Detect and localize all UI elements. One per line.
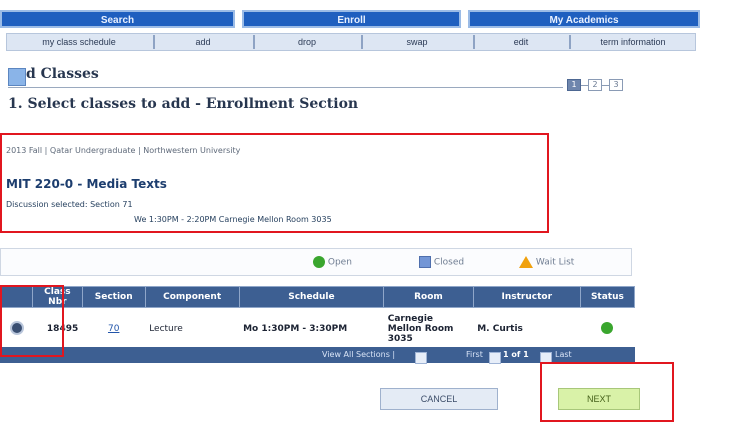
instructor-cell: M. Curtis (473, 307, 581, 351)
subnav-edit[interactable]: edit (477, 34, 565, 50)
next-highlight (540, 362, 674, 422)
section-cell: 70 (82, 307, 146, 351)
subnav-my-class-schedule[interactable]: my class schedule (9, 34, 149, 50)
open-icon (313, 256, 325, 268)
col-room: Room (383, 286, 474, 308)
title-divider (8, 87, 563, 88)
course-title: MIT 220-0 - Media Texts (6, 177, 167, 191)
col-component: Component (144, 286, 240, 308)
page-count: 1 of 1 (503, 350, 529, 359)
tab-enroll[interactable]: Enroll (242, 10, 461, 28)
table-row: 18495 70 Lecture Mo 1:30PM - 3:30PM Carn… (0, 307, 635, 351)
add-classes-icon (8, 68, 26, 86)
view-all-sections-link[interactable]: View All Sections | (322, 350, 395, 359)
subnav-divider (361, 35, 363, 49)
subnav-divider (569, 35, 571, 49)
col-instructor: Instructor (472, 286, 581, 308)
tab-my-academics[interactable]: My Academics (468, 10, 700, 28)
open-status-icon (601, 321, 614, 334)
wait-list-icon (519, 256, 533, 268)
table-header-row: Class Nbr Section Component Schedule Roo… (0, 286, 636, 308)
room-cell: Carnegie Mellon Room 3035 (383, 307, 474, 351)
legend-closed-label: Closed (433, 257, 465, 268)
closed-icon (419, 256, 431, 268)
tab-search[interactable]: Search (0, 10, 235, 28)
col-schedule: Schedule (238, 286, 385, 308)
sections-table: Class Nbr Section Component Schedule Roo… (0, 286, 636, 351)
status-legend: Open Closed Wait List (0, 248, 632, 276)
step-3: 3 (609, 79, 623, 91)
radio-highlight (0, 285, 64, 357)
last-link[interactable]: Last (555, 350, 572, 359)
schedule-cell: Mo 1:30PM - 3:30PM (239, 307, 384, 351)
legend-closed: Closed (419, 256, 464, 268)
cancel-button[interactable]: CANCEL (380, 388, 498, 410)
subnav-term-information[interactable]: term information (573, 34, 693, 50)
legend-open: Open (313, 256, 352, 268)
col-status: Status (579, 286, 636, 308)
sub-navigation: my class schedule add drop swap edit ter… (6, 33, 696, 51)
subnav-divider (473, 35, 475, 49)
step-connector (581, 85, 588, 86)
subnav-add[interactable]: add (157, 34, 249, 50)
subnav-divider (153, 35, 155, 49)
step-2: 2 (588, 79, 602, 91)
legend-open-label: Open (327, 257, 352, 268)
discussion-selected: Discussion selected: Section 71 (6, 200, 133, 209)
table-footer: View All Sections | First 1 of 1 Last (0, 347, 635, 364)
legend-wait-list: Wait List (519, 256, 574, 268)
component-cell: Lecture (145, 307, 240, 351)
legend-wait-list-label: Wait List (535, 257, 575, 268)
subnav-divider (253, 35, 255, 49)
step-1: 1 (567, 79, 581, 91)
page-subtitle: 1. Select classes to add - Enrollment Se… (8, 96, 359, 112)
subnav-swap[interactable]: swap (365, 34, 469, 50)
col-section: Section (81, 286, 146, 308)
term-line: 2013 Fall | Qatar Undergraduate | Northw… (6, 146, 241, 155)
first-link[interactable]: First (466, 350, 483, 359)
top-navigation: Search Enroll My Academics (0, 10, 700, 28)
subnav-drop[interactable]: drop (257, 34, 357, 50)
discussion-schedule: We 1:30PM - 2:20PM Carnegie Mellon Room … (134, 215, 332, 224)
step-connector (602, 85, 609, 86)
status-cell (580, 307, 635, 351)
section-link[interactable]: 70 (108, 324, 119, 334)
page-title: d Classes (26, 66, 99, 82)
